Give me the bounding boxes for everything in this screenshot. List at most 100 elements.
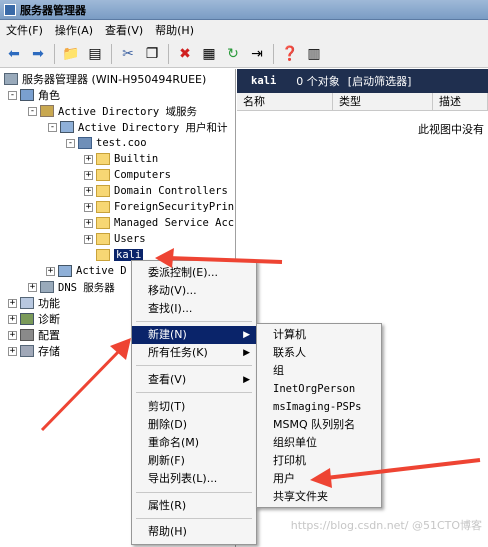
toolbar: ⬅ ➡ 📁 ▤ ✂ ❐ ✖ ▦ ↻ ⇥ ❓ ▥ bbox=[0, 40, 488, 68]
tree-item-configuration[interactable]: + 配置 bbox=[8, 327, 60, 343]
expand-icon[interactable]: + bbox=[84, 202, 93, 212]
submenu-item-group[interactable]: 组 bbox=[257, 362, 381, 380]
tree-item-builtin[interactable]: + Builtin bbox=[84, 151, 158, 167]
help-icon[interactable]: ❓ bbox=[279, 43, 301, 65]
tree-item-managed-service[interactable]: + Managed Service Acc bbox=[84, 215, 234, 231]
tree-item-aduc[interactable]: - Active Directory 用户和计 bbox=[48, 119, 227, 135]
tree-item-dns[interactable]: + DNS 服务器 bbox=[28, 279, 115, 295]
ou-folder-icon bbox=[96, 249, 110, 261]
menu-item-move[interactable]: 移动(V)... bbox=[132, 282, 256, 300]
menu-file[interactable]: 文件(F) bbox=[0, 22, 49, 38]
column-headers: 名称 类型 描述 bbox=[237, 93, 488, 111]
console-tree-icon[interactable]: ▤ bbox=[84, 43, 106, 65]
configuration-icon bbox=[20, 329, 34, 341]
tree-item-users[interactable]: + Users bbox=[84, 231, 146, 247]
diagnostics-icon bbox=[20, 313, 34, 325]
submenu-item-msimaging-psps[interactable]: msImaging-PSPs bbox=[257, 398, 381, 416]
tree-label: Active Directory 用户和计 bbox=[78, 121, 228, 134]
expand-icon[interactable]: + bbox=[84, 234, 93, 244]
submenu-item-ou[interactable]: 组织单位 bbox=[257, 434, 381, 452]
tree-item-ad-ds[interactable]: - Active Directory 域服务 bbox=[28, 103, 197, 119]
collapse-icon[interactable]: - bbox=[66, 138, 75, 148]
back-icon[interactable]: ⬅ bbox=[3, 43, 25, 65]
menu-item-cut[interactable]: 剪切(T) bbox=[132, 398, 256, 416]
tree-item-computers[interactable]: + Computers bbox=[84, 167, 171, 183]
tree-item-domain-controllers[interactable]: + Domain Controllers bbox=[84, 183, 228, 199]
submenu-item-user[interactable]: 用户 bbox=[257, 470, 381, 488]
column-description[interactable]: 描述 bbox=[433, 93, 488, 110]
tree-item-roles[interactable]: - 角色 bbox=[8, 87, 60, 103]
tree-item-domain[interactable]: - test.coo bbox=[66, 135, 147, 151]
tree-label: Managed Service Acc bbox=[114, 217, 235, 229]
expand-icon[interactable]: + bbox=[8, 346, 17, 356]
expand-icon[interactable]: + bbox=[84, 170, 93, 180]
app-icon bbox=[4, 3, 16, 16]
tree-label: Active Directory 域服务 bbox=[58, 105, 197, 118]
submenu-arrow-icon: ▶ bbox=[243, 375, 250, 385]
ad-sites-icon bbox=[58, 265, 72, 277]
submenu-arrow-icon: ▶ bbox=[243, 348, 250, 358]
expand-icon[interactable]: + bbox=[8, 298, 17, 308]
expand-icon[interactable]: + bbox=[84, 154, 93, 164]
collapse-icon[interactable]: - bbox=[8, 90, 17, 100]
column-name[interactable]: 名称 bbox=[237, 93, 333, 110]
submenu-item-inetorgperson[interactable]: InetOrgPerson bbox=[257, 380, 381, 398]
title-bar: 服务器管理器 bbox=[0, 0, 488, 20]
menu-action[interactable]: 操作(A) bbox=[49, 22, 99, 38]
menu-item-all-tasks[interactable]: 所有任务(K) ▶ bbox=[132, 344, 256, 362]
menu-view[interactable]: 查看(V) bbox=[99, 22, 149, 38]
tree-label: 诊断 bbox=[38, 313, 60, 326]
menu-item-help[interactable]: 帮助(H) bbox=[132, 523, 256, 541]
menu-item-rename[interactable]: 重命名(M) bbox=[132, 434, 256, 452]
expand-icon[interactable]: + bbox=[8, 314, 17, 324]
menu-item-new-label: 新建(N) bbox=[148, 328, 187, 341]
panel-icon[interactable]: ▥ bbox=[303, 43, 325, 65]
submenu-item-printer[interactable]: 打印机 bbox=[257, 452, 381, 470]
tree-item-root[interactable]: 服务器管理器 (WIN-H950494RUEE) bbox=[4, 71, 206, 87]
cut-icon[interactable]: ✂ bbox=[117, 43, 139, 65]
menu-item-properties[interactable]: 属性(R) bbox=[132, 497, 256, 515]
expand-icon[interactable]: + bbox=[8, 330, 17, 340]
folder-icon bbox=[96, 153, 110, 165]
menu-item-export-list[interactable]: 导出列表(L)... bbox=[132, 470, 256, 488]
menu-divider bbox=[136, 518, 252, 519]
menu-item-delete[interactable]: 删除(D) bbox=[132, 416, 256, 434]
menu-help[interactable]: 帮助(H) bbox=[149, 22, 200, 38]
watermark: https://blog.csdn.net/ @51CTO博客 bbox=[290, 519, 482, 532]
expand-icon[interactable]: + bbox=[28, 282, 37, 292]
domain-icon bbox=[78, 137, 92, 149]
properties-icon[interactable]: ▦ bbox=[198, 43, 220, 65]
forward-icon[interactable]: ➡ bbox=[27, 43, 49, 65]
collapse-icon[interactable]: - bbox=[28, 106, 37, 116]
menu-item-refresh[interactable]: 刷新(F) bbox=[132, 452, 256, 470]
submenu-item-contact[interactable]: 联系人 bbox=[257, 344, 381, 362]
export-icon[interactable]: ⇥ bbox=[246, 43, 268, 65]
collapse-icon[interactable]: - bbox=[48, 122, 57, 132]
folder-icon bbox=[96, 217, 110, 229]
tree-label: Computers bbox=[114, 169, 171, 181]
tree-label: Users bbox=[114, 233, 146, 245]
menu-item-delegate[interactable]: 委派控制(E)... bbox=[132, 264, 256, 282]
tree-item-foreign-security[interactable]: + ForeignSecurityPrin bbox=[84, 199, 234, 215]
menu-item-new[interactable]: 新建(N) ▶ bbox=[132, 326, 256, 344]
expand-icon[interactable]: + bbox=[84, 186, 93, 196]
copy-icon[interactable]: ❐ bbox=[141, 43, 163, 65]
tree-item-storage[interactable]: + 存储 bbox=[8, 343, 60, 359]
menu-item-find[interactable]: 查找(I)... bbox=[132, 300, 256, 318]
refresh-icon[interactable]: ↻ bbox=[222, 43, 244, 65]
storage-icon bbox=[20, 345, 34, 357]
tree-item-ad-partial[interactable]: + Active D bbox=[46, 263, 127, 279]
submenu-arrow-icon: ▶ bbox=[243, 330, 250, 340]
submenu-item-msmq-alias[interactable]: MSMQ 队列别名 bbox=[257, 416, 381, 434]
tree-item-diagnostics[interactable]: + 诊断 bbox=[8, 311, 60, 327]
expand-icon[interactable]: + bbox=[46, 266, 55, 276]
submenu-item-shared-folder[interactable]: 共享文件夹 bbox=[257, 488, 381, 506]
up-folder-icon[interactable]: 📁 bbox=[60, 43, 82, 65]
expand-icon[interactable]: + bbox=[84, 218, 93, 228]
submenu-item-computer[interactable]: 计算机 bbox=[257, 326, 381, 344]
column-type[interactable]: 类型 bbox=[333, 93, 433, 110]
menu-item-view-label: 查看(V) bbox=[148, 373, 187, 386]
menu-item-view[interactable]: 查看(V) ▶ bbox=[132, 371, 256, 389]
delete-icon[interactable]: ✖ bbox=[174, 43, 196, 65]
tree-item-features[interactable]: + 功能 bbox=[8, 295, 60, 311]
